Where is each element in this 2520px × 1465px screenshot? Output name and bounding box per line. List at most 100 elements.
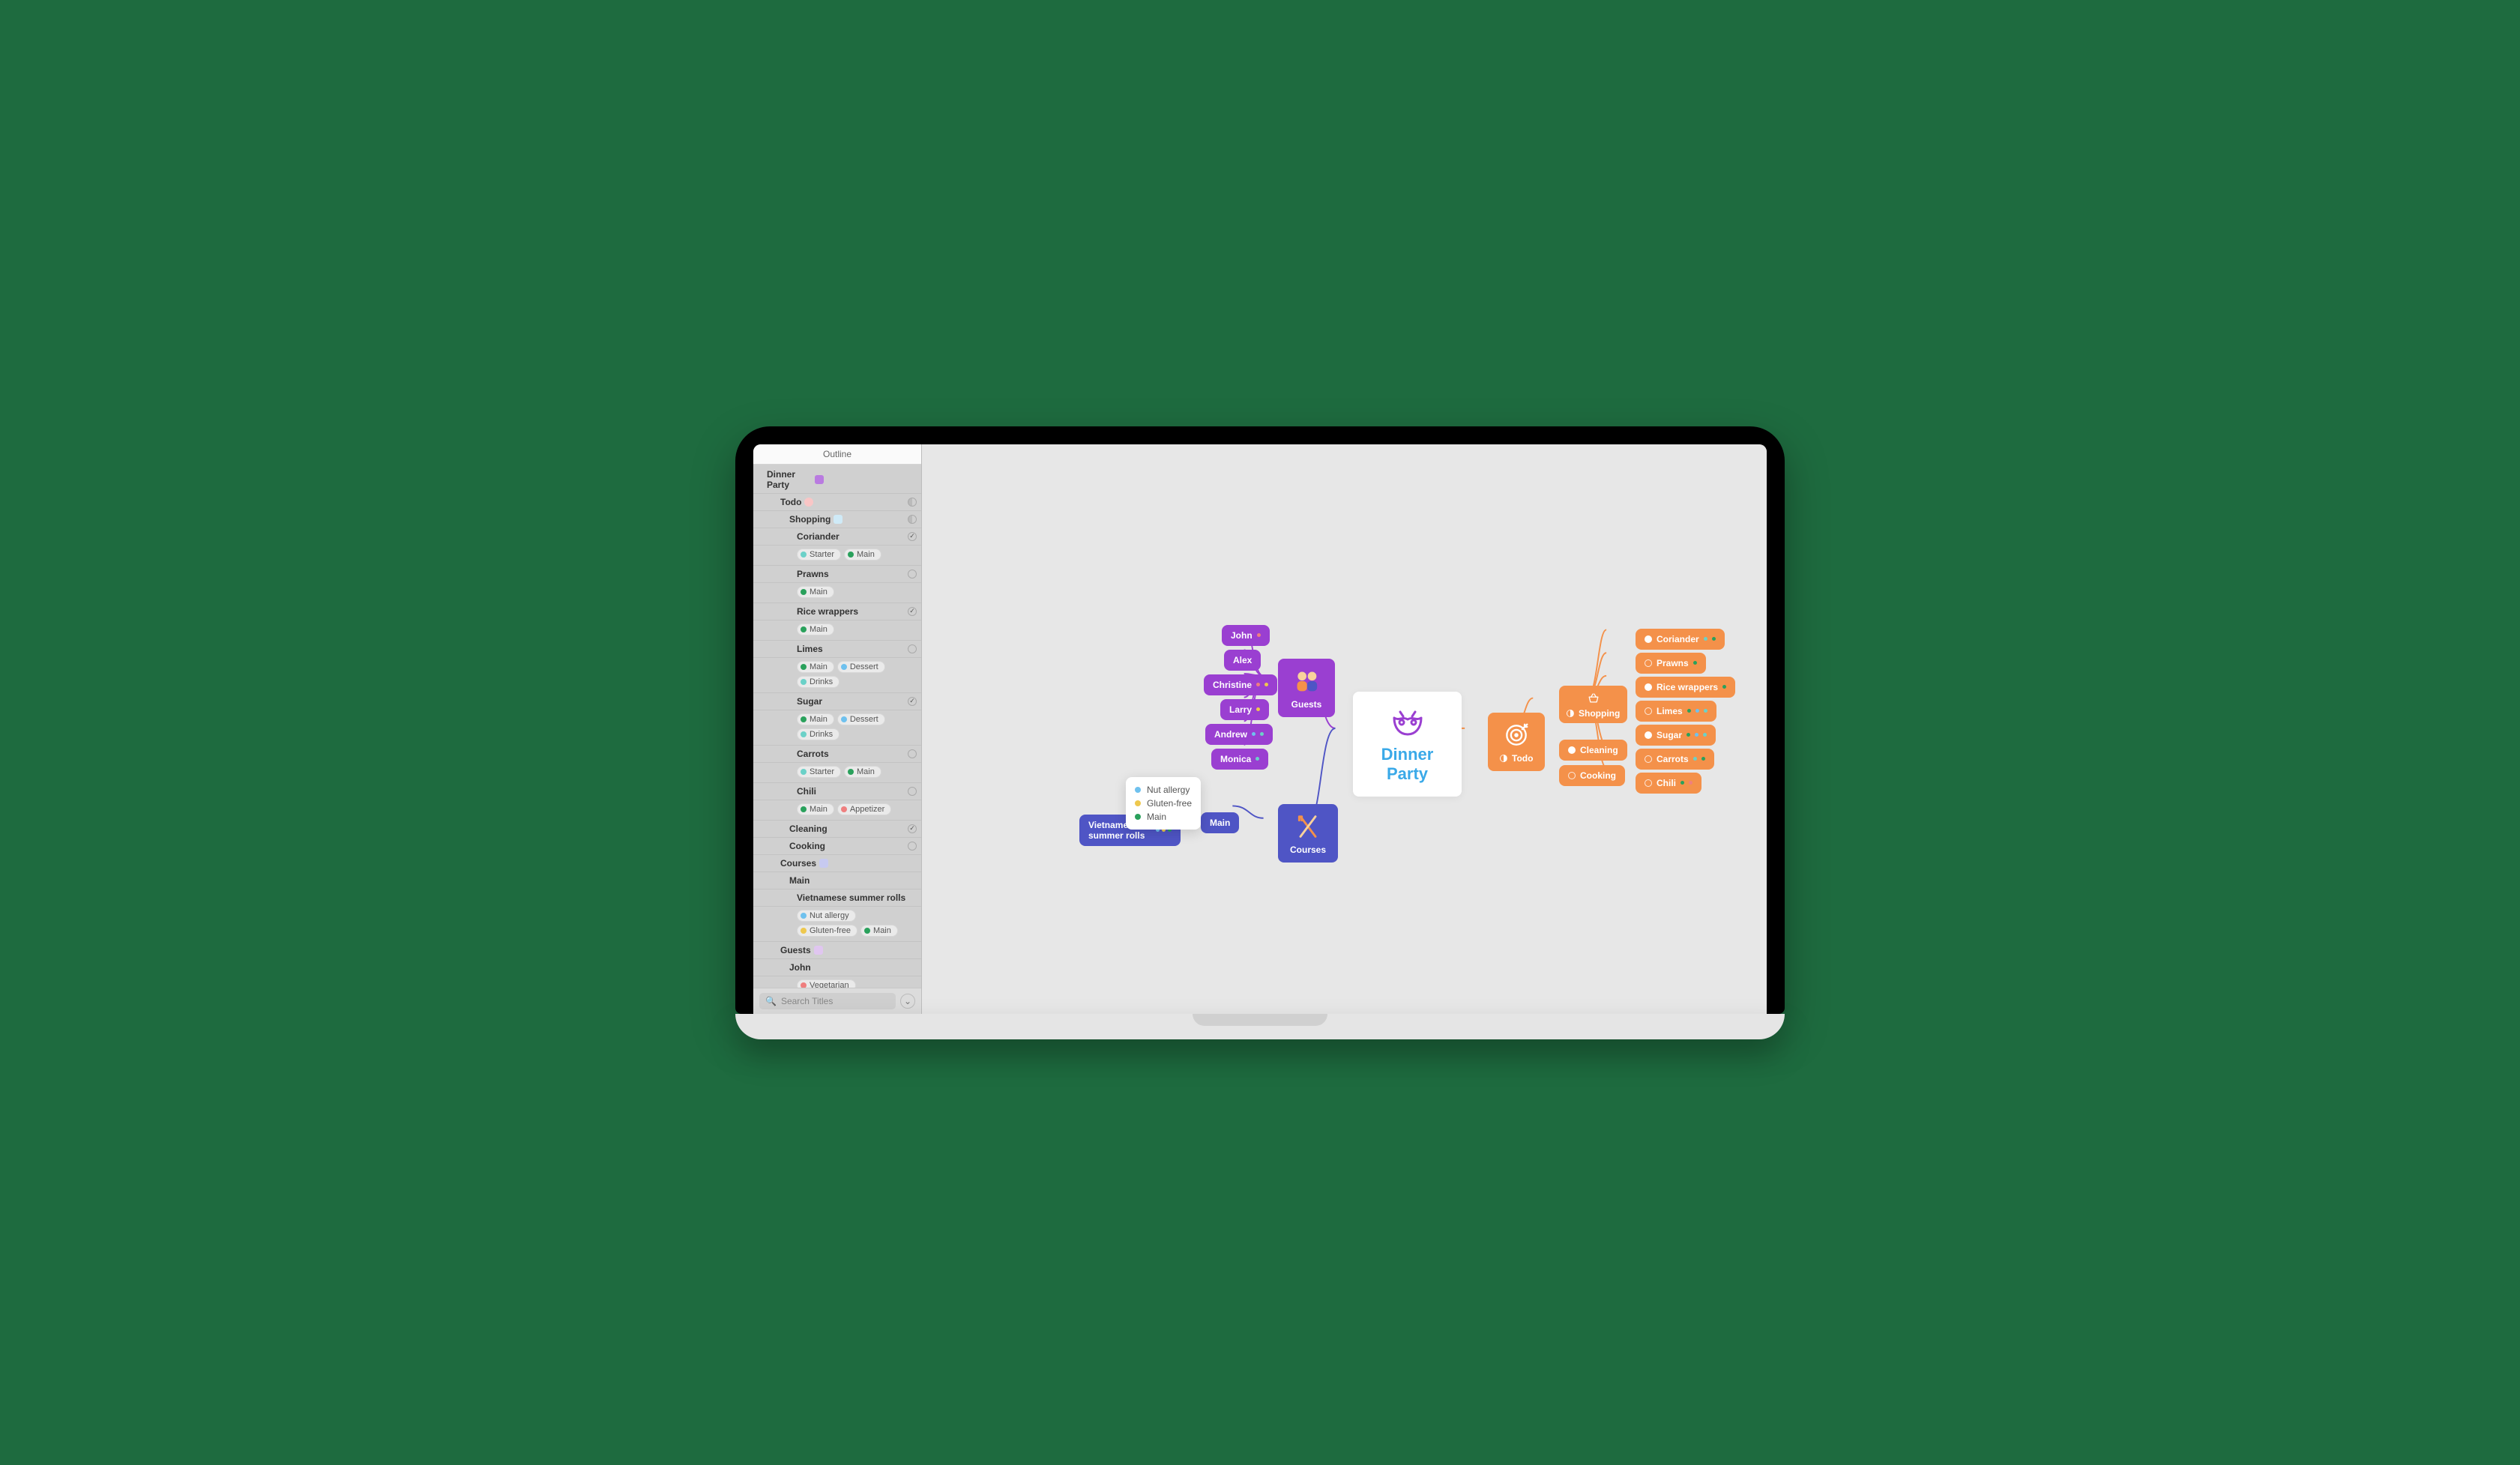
tag-label: Starter xyxy=(810,767,834,776)
tag-starter[interactable]: Starter xyxy=(797,766,841,778)
search-input[interactable]: 🔍 Search Titles xyxy=(759,993,896,1009)
tree-label: Guests xyxy=(780,945,811,955)
tag-gluten-free[interactable]: Gluten-free xyxy=(797,925,857,937)
node-label: John xyxy=(1231,630,1253,641)
tree-item-shopping[interactable]: Shopping xyxy=(753,511,921,528)
target-icon xyxy=(804,498,813,507)
tag-label: Drinks xyxy=(810,730,833,739)
tree-label: Shopping xyxy=(789,514,831,525)
tree-item-guests[interactable]: Guests xyxy=(753,942,921,959)
tree-label: Courses xyxy=(780,858,816,869)
node-guest[interactable]: Monica xyxy=(1211,749,1268,770)
status-icon xyxy=(908,787,917,796)
node-shopping-item[interactable]: Limes xyxy=(1636,701,1716,722)
search-bar: 🔍 Search Titles ⌄ xyxy=(753,988,921,1014)
tag-main[interactable]: Main xyxy=(844,549,881,561)
dot-icon xyxy=(1256,707,1260,711)
node-cooking[interactable]: Cooking xyxy=(1559,765,1625,786)
tag-main[interactable]: Main xyxy=(797,623,834,635)
node-guest[interactable]: Larry xyxy=(1220,699,1269,720)
tree-item-limes[interactable]: Limes xyxy=(753,641,921,658)
tree-label: Coriander xyxy=(797,531,840,542)
filter-button[interactable]: ⌄ xyxy=(900,994,915,1009)
outline-tree[interactable]: Dinner Party Todo Shopping xyxy=(753,465,921,988)
basket-icon xyxy=(834,515,842,524)
node-shopping[interactable]: Shopping xyxy=(1559,686,1627,723)
tag-main[interactable]: Main xyxy=(860,925,898,937)
node-main[interactable]: Main xyxy=(1201,812,1239,833)
node-label: Limes xyxy=(1657,706,1683,716)
tag-main[interactable]: Main xyxy=(797,661,834,673)
tags-carrots: Starter Main xyxy=(753,763,921,783)
tree-item-main[interactable]: Main xyxy=(753,872,921,889)
screen-bezel: Outline Dinner Party Todo Shopping xyxy=(735,426,1785,1014)
tag-main[interactable]: Main xyxy=(797,586,834,598)
tags-chili: Main Appetizer xyxy=(753,800,921,821)
tree-item-cleaning[interactable]: Cleaning xyxy=(753,821,921,838)
status-icon xyxy=(1568,772,1576,779)
tag-dessert[interactable]: Dessert xyxy=(837,661,885,673)
tree-item-carrots[interactable]: Carrots xyxy=(753,746,921,763)
tag-label: Main xyxy=(857,767,875,776)
tag-nut-allergy[interactable]: Nut allergy xyxy=(797,910,856,922)
laptop-frame: Outline Dinner Party Todo Shopping xyxy=(735,426,1785,1039)
node-shopping-item[interactable]: Carrots xyxy=(1636,749,1714,770)
node-label: Shopping xyxy=(1579,708,1620,719)
tag-label: Starter xyxy=(810,550,834,559)
node-guest[interactable]: Alex xyxy=(1224,650,1261,671)
tag-drinks[interactable]: Drinks xyxy=(797,676,840,688)
node-cleaning[interactable]: Cleaning xyxy=(1559,740,1627,761)
tag-vegetarian[interactable]: Vegetarian xyxy=(797,979,856,988)
tree-item-cooking[interactable]: Cooking xyxy=(753,838,921,855)
tree-item-sugar[interactable]: Sugar xyxy=(753,693,921,710)
tree-label: Vietnamese summer rolls xyxy=(797,892,905,903)
tag-starter[interactable]: Starter xyxy=(797,549,841,561)
tree-item-viet-rolls[interactable]: Vietnamese summer rolls xyxy=(753,889,921,907)
center-line2: Party xyxy=(1387,764,1428,783)
tree-item-courses[interactable]: Courses xyxy=(753,855,921,872)
node-label: Monica xyxy=(1220,754,1251,764)
tag-label: Main xyxy=(810,587,828,596)
node-shopping-item[interactable]: Rice wrappers xyxy=(1636,677,1735,698)
tag-label: Main xyxy=(857,550,875,559)
tree-item-john[interactable]: John xyxy=(753,959,921,976)
tags-john: Vegetarian xyxy=(753,976,921,988)
status-icon xyxy=(908,842,917,851)
tag-main[interactable]: Main xyxy=(797,713,834,725)
tag-main[interactable]: Main xyxy=(797,803,834,815)
node-todo-hub[interactable]: Todo xyxy=(1488,713,1545,771)
tree-item-rice-wrappers[interactable]: Rice wrappers xyxy=(753,603,921,620)
sidebar-tab-outline[interactable]: Outline xyxy=(753,444,921,465)
node-guests-hub[interactable]: Guests xyxy=(1278,659,1335,717)
node-guest[interactable]: Christine xyxy=(1204,674,1277,695)
node-shopping-item[interactable]: Chili xyxy=(1636,773,1701,794)
status-icon xyxy=(1645,755,1652,763)
node-guest[interactable]: Andrew xyxy=(1205,724,1273,745)
tree-item-todo[interactable]: Todo xyxy=(753,494,921,511)
dot-icon xyxy=(1256,757,1259,761)
progress-icon xyxy=(1500,755,1507,762)
tree-root[interactable]: Dinner Party xyxy=(753,466,921,494)
tag-main[interactable]: Main xyxy=(844,766,881,778)
tags-coriander: Starter Main xyxy=(753,546,921,566)
tree-item-prawns[interactable]: Prawns xyxy=(753,566,921,583)
node-shopping-item[interactable]: Sugar xyxy=(1636,725,1716,746)
tag-appetizer[interactable]: Appetizer xyxy=(837,803,891,815)
tag-dessert[interactable]: Dessert xyxy=(837,713,885,725)
basket-icon xyxy=(1585,690,1603,705)
tree-item-chili[interactable]: Chili xyxy=(753,783,921,800)
mindmap-canvas[interactable]: DinnerParty Guests John Alex Christine L… xyxy=(922,444,1767,1014)
node-center[interactable]: DinnerParty xyxy=(1353,692,1462,797)
tree-label: Main xyxy=(789,875,810,886)
node-shopping-item[interactable]: Prawns xyxy=(1636,653,1706,674)
tags-viet-rolls: Nut allergy Gluten-free Main xyxy=(753,907,921,942)
node-courses-hub[interactable]: Courses xyxy=(1278,804,1338,863)
tree-item-coriander[interactable]: Coriander xyxy=(753,528,921,546)
node-guest[interactable]: John xyxy=(1222,625,1270,646)
check-icon xyxy=(908,697,917,706)
tree-label: Prawns xyxy=(797,569,829,579)
dot-icon xyxy=(1252,732,1256,736)
node-shopping-item[interactable]: Coriander xyxy=(1636,629,1725,650)
dot-icon xyxy=(1256,683,1260,686)
tag-drinks[interactable]: Drinks xyxy=(797,728,840,740)
